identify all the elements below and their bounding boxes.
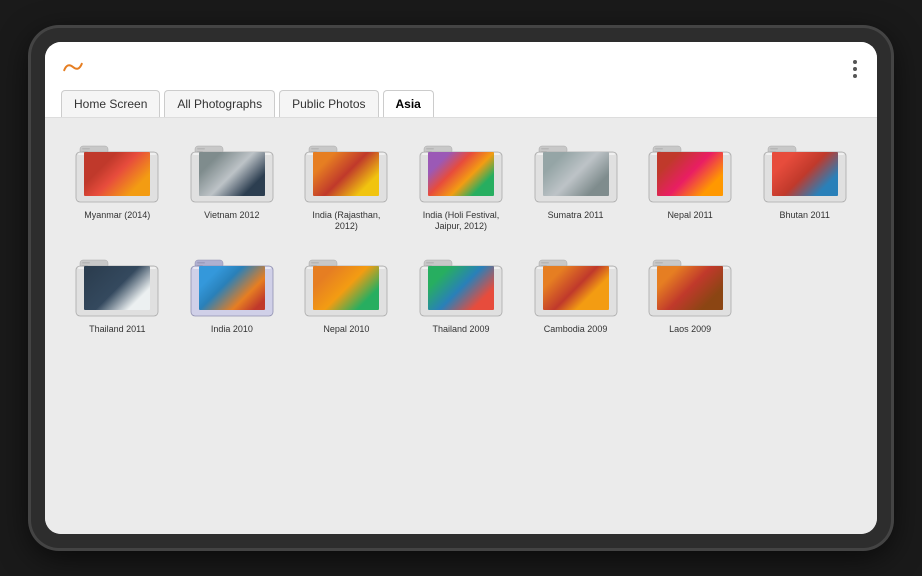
folder-item-myanmar[interactable]: Myanmar (2014) bbox=[65, 134, 170, 232]
folder-label-thailand2011: Thailand 2011 bbox=[89, 324, 145, 335]
folder-thumb-cambodia bbox=[543, 266, 609, 310]
folder-label-myanmar: Myanmar (2014) bbox=[84, 210, 150, 221]
folder-thumb-sumatra bbox=[543, 152, 609, 196]
folder-thumb-laos bbox=[657, 266, 723, 310]
folder-label-india-holi: India (Holi Festival, Jaipur, 2012) bbox=[416, 210, 506, 232]
thumb-image-india2010 bbox=[199, 266, 265, 310]
thumb-image-thailand2011 bbox=[84, 266, 150, 310]
folder-item-india-holi[interactable]: India (Holi Festival, Jaipur, 2012) bbox=[409, 134, 514, 232]
folder-thumb-nepal2010 bbox=[313, 266, 379, 310]
thumb-image-india-holi bbox=[428, 152, 494, 196]
folder-icon-thailand2011 bbox=[72, 248, 162, 320]
folder-item-cambodia[interactable]: Cambodia 2009 bbox=[523, 248, 628, 335]
folder-item-vietnam[interactable]: Vietnam 2012 bbox=[180, 134, 285, 232]
folder-icon-vietnam bbox=[187, 134, 277, 206]
thumb-image-nepal2010 bbox=[313, 266, 379, 310]
folder-item-laos[interactable]: Laos 2009 bbox=[638, 248, 743, 335]
folder-icon-cambodia bbox=[531, 248, 621, 320]
thumb-image-india-raj bbox=[313, 152, 379, 196]
folder-icon-india-raj bbox=[301, 134, 391, 206]
folder-item-india2010[interactable]: India 2010 bbox=[180, 248, 285, 335]
folder-icon-india2010 bbox=[187, 248, 277, 320]
folder-icon-sumatra bbox=[531, 134, 621, 206]
folder-icon-bhutan bbox=[760, 134, 850, 206]
folder-thumb-india2010 bbox=[199, 266, 265, 310]
screen: Home Screen All Photographs Public Photo… bbox=[45, 42, 877, 534]
nav-tabs: Home Screen All Photographs Public Photo… bbox=[61, 90, 861, 117]
folder-label-sumatra: Sumatra 2011 bbox=[548, 210, 604, 221]
folder-label-bhutan: Bhutan 2011 bbox=[780, 210, 830, 221]
folder-item-nepal2011[interactable]: Nepal 2011 bbox=[638, 134, 743, 232]
folder-icon-myanmar bbox=[72, 134, 162, 206]
folder-item-thailand2011[interactable]: Thailand 2011 bbox=[65, 248, 170, 335]
brand-icon bbox=[61, 60, 85, 74]
folder-label-nepal2011: Nepal 2011 bbox=[667, 210, 712, 221]
thumb-image-thailand2009 bbox=[428, 266, 494, 310]
folder-label-india-raj: India (Rajasthan, 2012) bbox=[301, 210, 391, 232]
folder-icon-nepal2011 bbox=[645, 134, 735, 206]
thumb-image-cambodia bbox=[543, 266, 609, 310]
tab-public[interactable]: Public Photos bbox=[279, 90, 378, 117]
folder-label-nepal2010: Nepal 2010 bbox=[323, 324, 369, 335]
folder-icon-laos bbox=[645, 248, 735, 320]
folder-thumb-myanmar bbox=[84, 152, 150, 196]
folder-icon-india-holi bbox=[416, 134, 506, 206]
brand-logo bbox=[61, 60, 85, 74]
tab-photographs[interactable]: All Photographs bbox=[164, 90, 275, 117]
more-options-button[interactable] bbox=[849, 56, 861, 82]
folder-icon-nepal2010 bbox=[301, 248, 391, 320]
thumb-image-sumatra bbox=[543, 152, 609, 196]
folder-thumb-nepal2011 bbox=[657, 152, 723, 196]
content-area: Myanmar (2014) Vietnam 2012 India (Rajas… bbox=[45, 118, 877, 534]
header: Home Screen All Photographs Public Photo… bbox=[45, 42, 877, 118]
thumb-image-nepal2011 bbox=[657, 152, 723, 196]
thumb-image-bhutan bbox=[772, 152, 838, 196]
folder-thumb-thailand2009 bbox=[428, 266, 494, 310]
folder-label-laos: Laos 2009 bbox=[669, 324, 711, 335]
folder-thumb-thailand2011 bbox=[84, 266, 150, 310]
folder-label-cambodia: Cambodia 2009 bbox=[544, 324, 608, 335]
thumb-image-vietnam bbox=[199, 152, 265, 196]
folder-label-thailand2009: Thailand 2009 bbox=[432, 324, 489, 335]
thumb-image-laos bbox=[657, 266, 723, 310]
folder-thumb-bhutan bbox=[772, 152, 838, 196]
tab-home[interactable]: Home Screen bbox=[61, 90, 160, 117]
folder-item-thailand2009[interactable]: Thailand 2009 bbox=[409, 248, 514, 335]
folder-item-nepal2010[interactable]: Nepal 2010 bbox=[294, 248, 399, 335]
folder-icon-thailand2009 bbox=[416, 248, 506, 320]
folder-label-india2010: India 2010 bbox=[211, 324, 253, 335]
folder-item-bhutan[interactable]: Bhutan 2011 bbox=[752, 134, 857, 232]
folder-item-india-raj[interactable]: India (Rajasthan, 2012) bbox=[294, 134, 399, 232]
folder-thumb-india-holi bbox=[428, 152, 494, 196]
folders-grid: Myanmar (2014) Vietnam 2012 India (Rajas… bbox=[65, 134, 857, 334]
folder-thumb-india-raj bbox=[313, 152, 379, 196]
folder-item-sumatra[interactable]: Sumatra 2011 bbox=[523, 134, 628, 232]
thumb-image-myanmar bbox=[84, 152, 150, 196]
tab-asia[interactable]: Asia bbox=[383, 90, 434, 117]
folder-thumb-vietnam bbox=[199, 152, 265, 196]
folder-label-vietnam: Vietnam 2012 bbox=[204, 210, 259, 221]
device-frame: Home Screen All Photographs Public Photo… bbox=[31, 28, 891, 548]
